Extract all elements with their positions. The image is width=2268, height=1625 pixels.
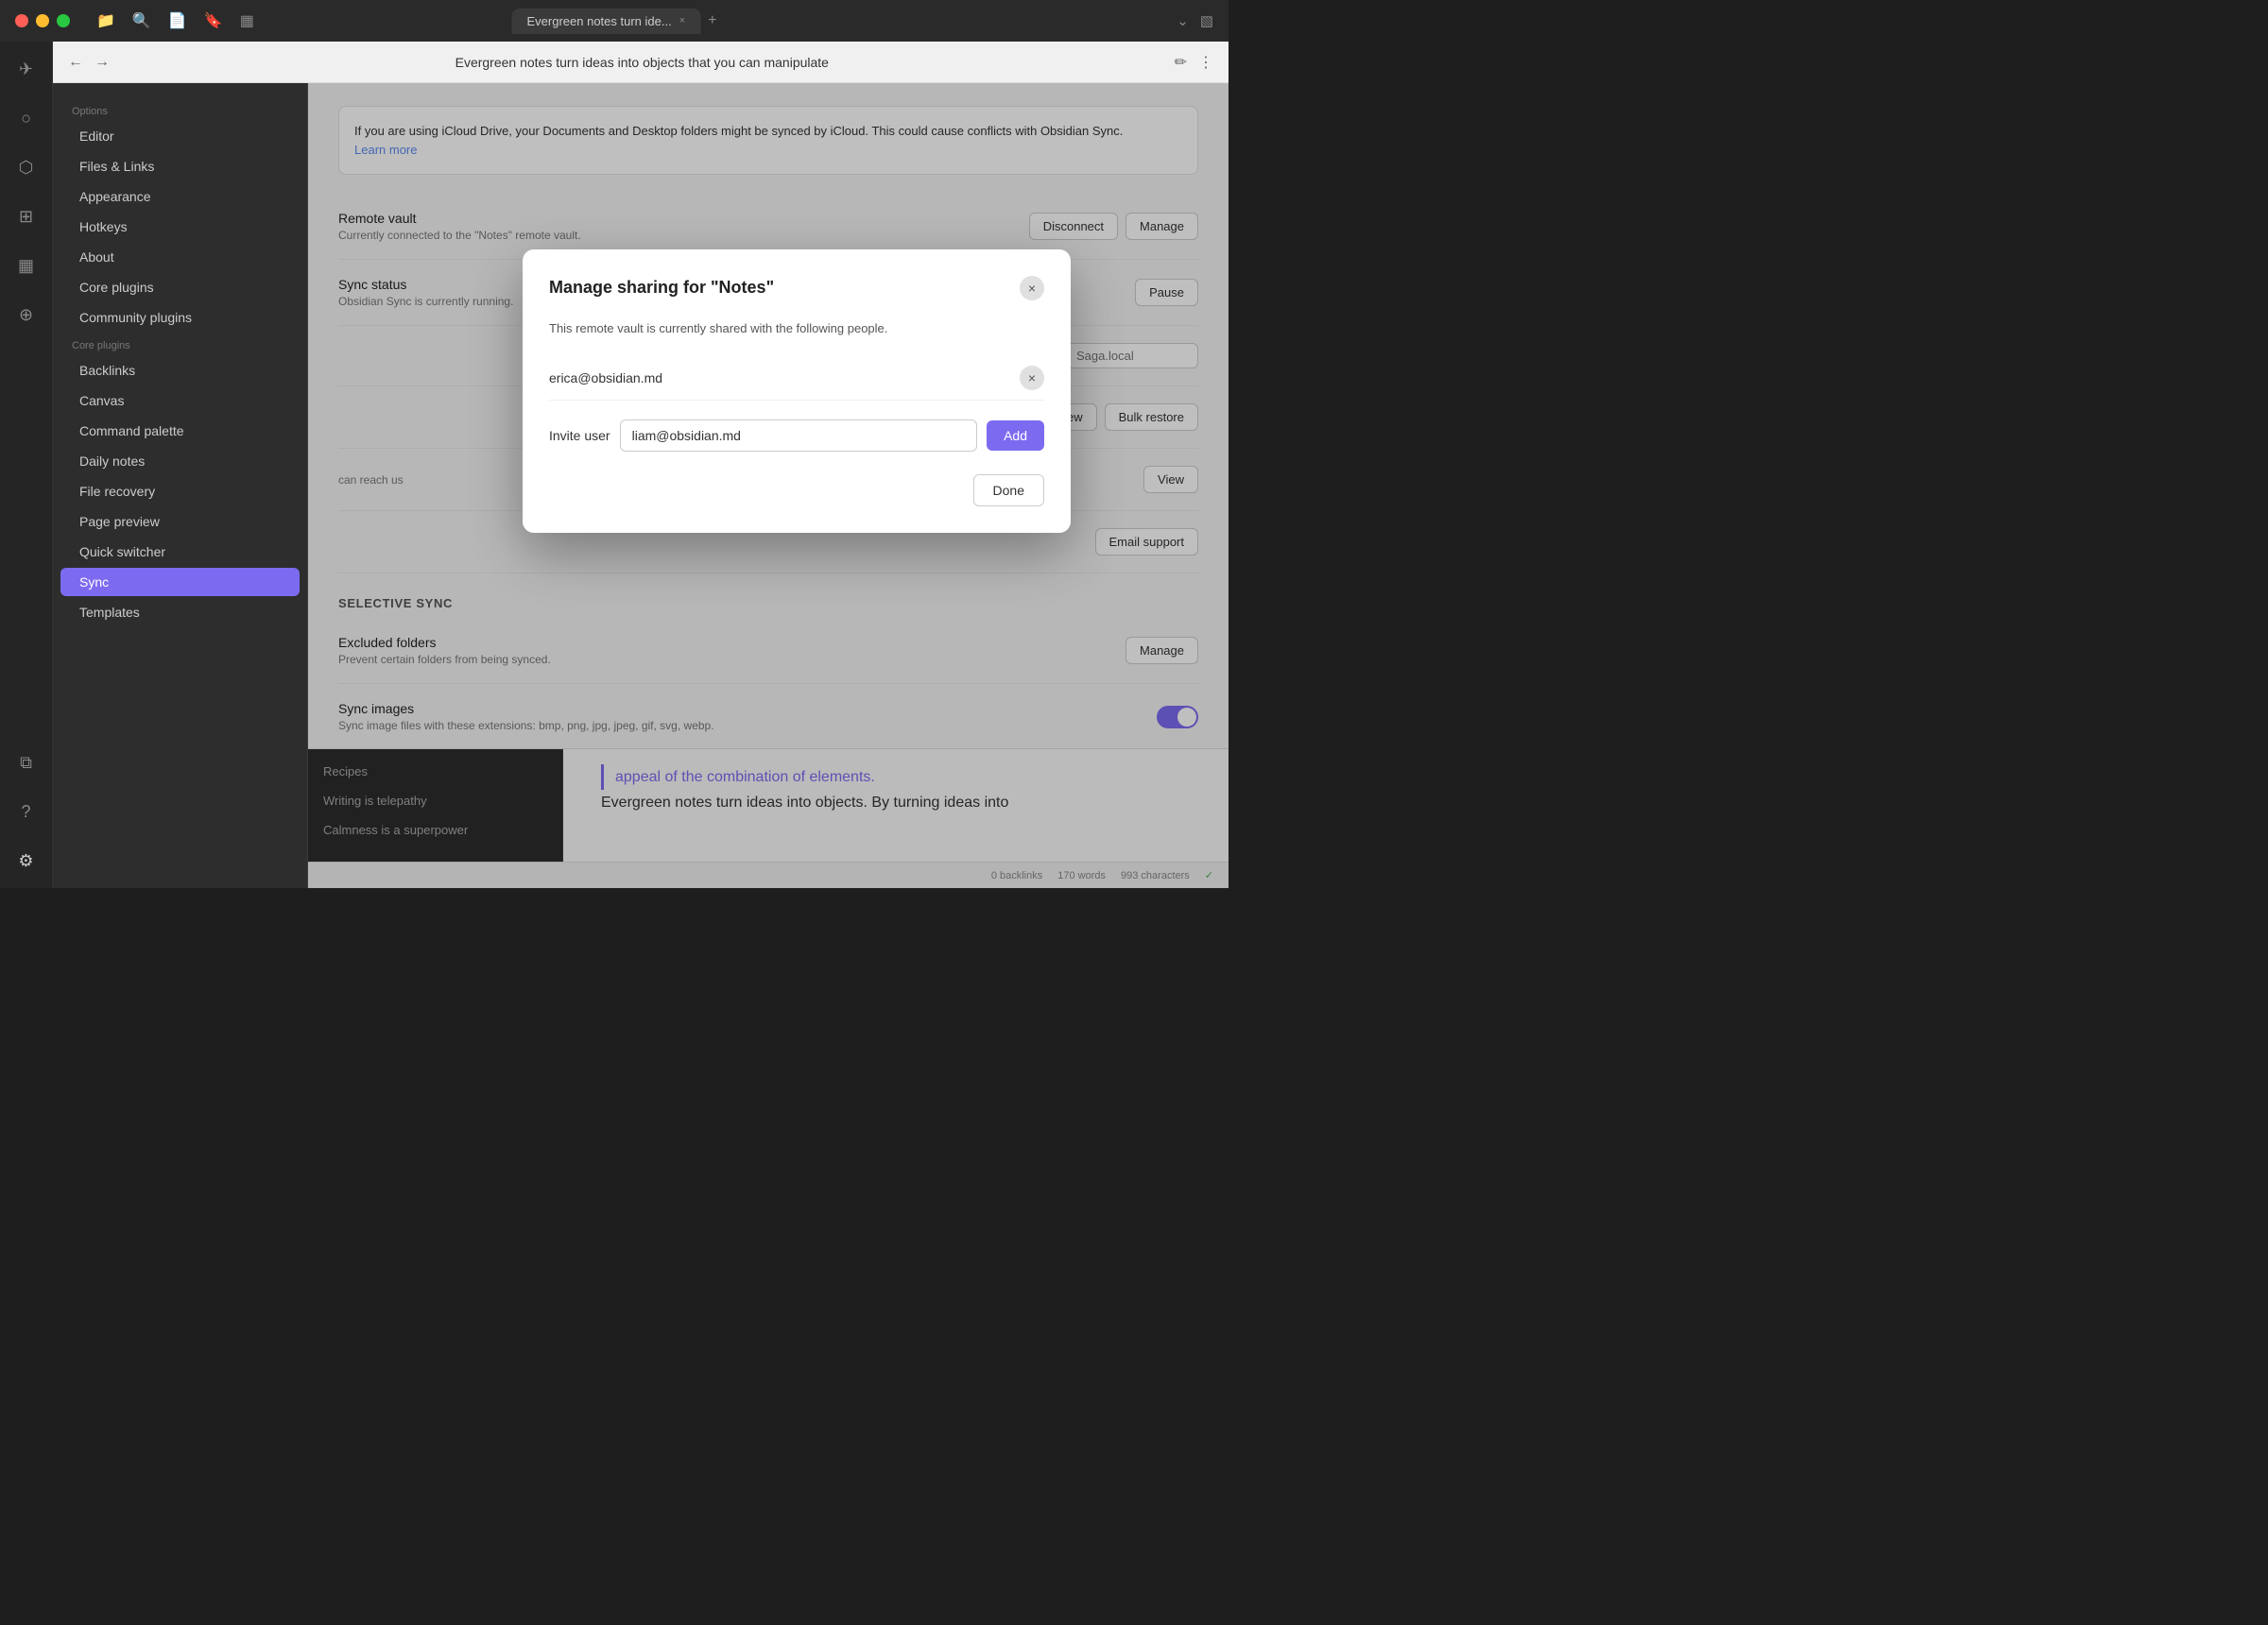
settings-item-hotkeys[interactable]: Hotkeys bbox=[60, 213, 300, 241]
settings-item-command-palette[interactable]: Command palette bbox=[60, 417, 300, 445]
settings-item-appearance[interactable]: Appearance bbox=[60, 182, 300, 211]
settings-item-editor[interactable]: Editor bbox=[60, 122, 300, 150]
main-layout: ✈ ○ ⬡ ⊞ ▦ ⊕ ⧉ ? ⚙ ← → Evergreen notes tu… bbox=[0, 42, 1228, 888]
sidebar-item-navigation[interactable]: ✈ bbox=[10, 53, 43, 85]
icon-sidebar: ✈ ○ ⬡ ⊞ ▦ ⊕ ⧉ ? ⚙ bbox=[0, 42, 53, 888]
maximize-window-button[interactable] bbox=[57, 14, 70, 27]
split-view-icon[interactable]: ▧ bbox=[1200, 12, 1213, 29]
panel-icon[interactable]: ▦ bbox=[240, 11, 254, 30]
file-icon[interactable]: 📄 bbox=[168, 11, 187, 30]
titlebar: 📁 🔍 📄 🔖 ▦ Evergreen notes turn ide... × … bbox=[0, 0, 1228, 42]
active-tab[interactable]: Evergreen notes turn ide... × bbox=[512, 9, 701, 34]
settings-item-backlinks[interactable]: Backlinks bbox=[60, 356, 300, 385]
settings-item-core-plugins[interactable]: Core plugins bbox=[60, 273, 300, 301]
sidebar-item-help[interactable]: ? bbox=[10, 795, 43, 828]
add-user-button[interactable]: Add bbox=[987, 420, 1044, 451]
titlebar-center: Evergreen notes turn ide... × + bbox=[512, 9, 717, 34]
sharing-modal-overlay: Manage sharing for "Notes" × This remote… bbox=[308, 83, 1228, 888]
invite-row: Invite user Add bbox=[549, 419, 1044, 452]
edit-icon[interactable]: ✏ bbox=[1175, 53, 1187, 72]
titlebar-icons: 📁 🔍 📄 🔖 ▦ bbox=[96, 11, 254, 30]
sidebar-item-calendar[interactable]: ▦ bbox=[10, 249, 43, 282]
remove-user-button[interactable]: × bbox=[1020, 366, 1044, 390]
minimize-window-button[interactable] bbox=[36, 14, 49, 27]
sharing-modal: Manage sharing for "Notes" × This remote… bbox=[523, 249, 1071, 534]
folder-icon[interactable]: 📁 bbox=[96, 11, 115, 30]
sharing-modal-header: Manage sharing for "Notes" × bbox=[549, 276, 1044, 300]
sharing-modal-title: Manage sharing for "Notes" bbox=[549, 278, 774, 298]
settings-item-daily-notes[interactable]: Daily notes bbox=[60, 447, 300, 475]
settings-item-page-preview[interactable]: Page preview bbox=[60, 507, 300, 536]
options-section-label: Options bbox=[53, 98, 307, 121]
close-window-button[interactable] bbox=[15, 14, 28, 27]
content-toolbar: ← → Evergreen notes turn ideas into obje… bbox=[53, 42, 1228, 83]
settings-panel: Options Editor Files & Links Appearance … bbox=[53, 83, 308, 888]
settings-item-community-plugins[interactable]: Community plugins bbox=[60, 303, 300, 332]
sidebar-item-search[interactable]: ○ bbox=[10, 102, 43, 134]
tab-title: Evergreen notes turn ide... bbox=[527, 14, 672, 28]
invite-label: Invite user bbox=[549, 428, 610, 443]
settings-item-file-recovery[interactable]: File recovery bbox=[60, 477, 300, 505]
titlebar-right: ⌄ ▧ bbox=[1177, 12, 1213, 29]
back-button[interactable]: ← bbox=[68, 54, 83, 71]
traffic-lights bbox=[15, 14, 70, 27]
chevron-down-icon[interactable]: ⌄ bbox=[1177, 12, 1189, 29]
settings-item-sync[interactable]: Sync bbox=[60, 568, 300, 596]
sidebar-item-copy[interactable]: ⧉ bbox=[10, 746, 43, 778]
main-body: Options Editor Files & Links Appearance … bbox=[53, 83, 1228, 888]
settings-item-canvas[interactable]: Canvas bbox=[60, 386, 300, 415]
sidebar-item-graph[interactable]: ⬡ bbox=[10, 151, 43, 183]
content-actions: ✏ ⋮ bbox=[1175, 53, 1213, 72]
page-title: Evergreen notes turn ideas into objects … bbox=[121, 55, 1163, 70]
shared-user-row: erica@obsidian.md × bbox=[549, 356, 1044, 401]
sidebar-item-grid[interactable]: ⊞ bbox=[10, 200, 43, 232]
right-panel: If you are using iCloud Drive, your Docu… bbox=[308, 83, 1228, 888]
sharing-modal-desc: This remote vault is currently shared wi… bbox=[549, 319, 1044, 338]
sharing-modal-close-button[interactable]: × bbox=[1020, 276, 1044, 300]
more-options-icon[interactable]: ⋮ bbox=[1198, 53, 1213, 72]
search-icon[interactable]: 🔍 bbox=[132, 11, 151, 30]
settings-item-files-links[interactable]: Files & Links bbox=[60, 152, 300, 180]
invite-input[interactable] bbox=[620, 419, 977, 452]
forward-button[interactable]: → bbox=[94, 54, 110, 71]
modal-footer: Done bbox=[549, 474, 1044, 506]
add-tab-button[interactable]: + bbox=[708, 12, 716, 29]
core-plugins-section-label: Core plugins bbox=[53, 333, 307, 355]
sidebar-item-settings[interactable]: ⚙ bbox=[10, 845, 43, 877]
settings-item-quick-switcher[interactable]: Quick switcher bbox=[60, 538, 300, 566]
sidebar-item-tag[interactable]: ⊕ bbox=[10, 299, 43, 331]
done-button[interactable]: Done bbox=[973, 474, 1044, 506]
shared-user-email: erica@obsidian.md bbox=[549, 370, 662, 385]
settings-item-about[interactable]: About bbox=[60, 243, 300, 271]
content-wrapper: ← → Evergreen notes turn ideas into obje… bbox=[53, 42, 1228, 888]
bookmarks-icon[interactable]: 🔖 bbox=[204, 11, 223, 30]
settings-item-templates[interactable]: Templates bbox=[60, 598, 300, 626]
tab-close-button[interactable]: × bbox=[679, 15, 685, 26]
